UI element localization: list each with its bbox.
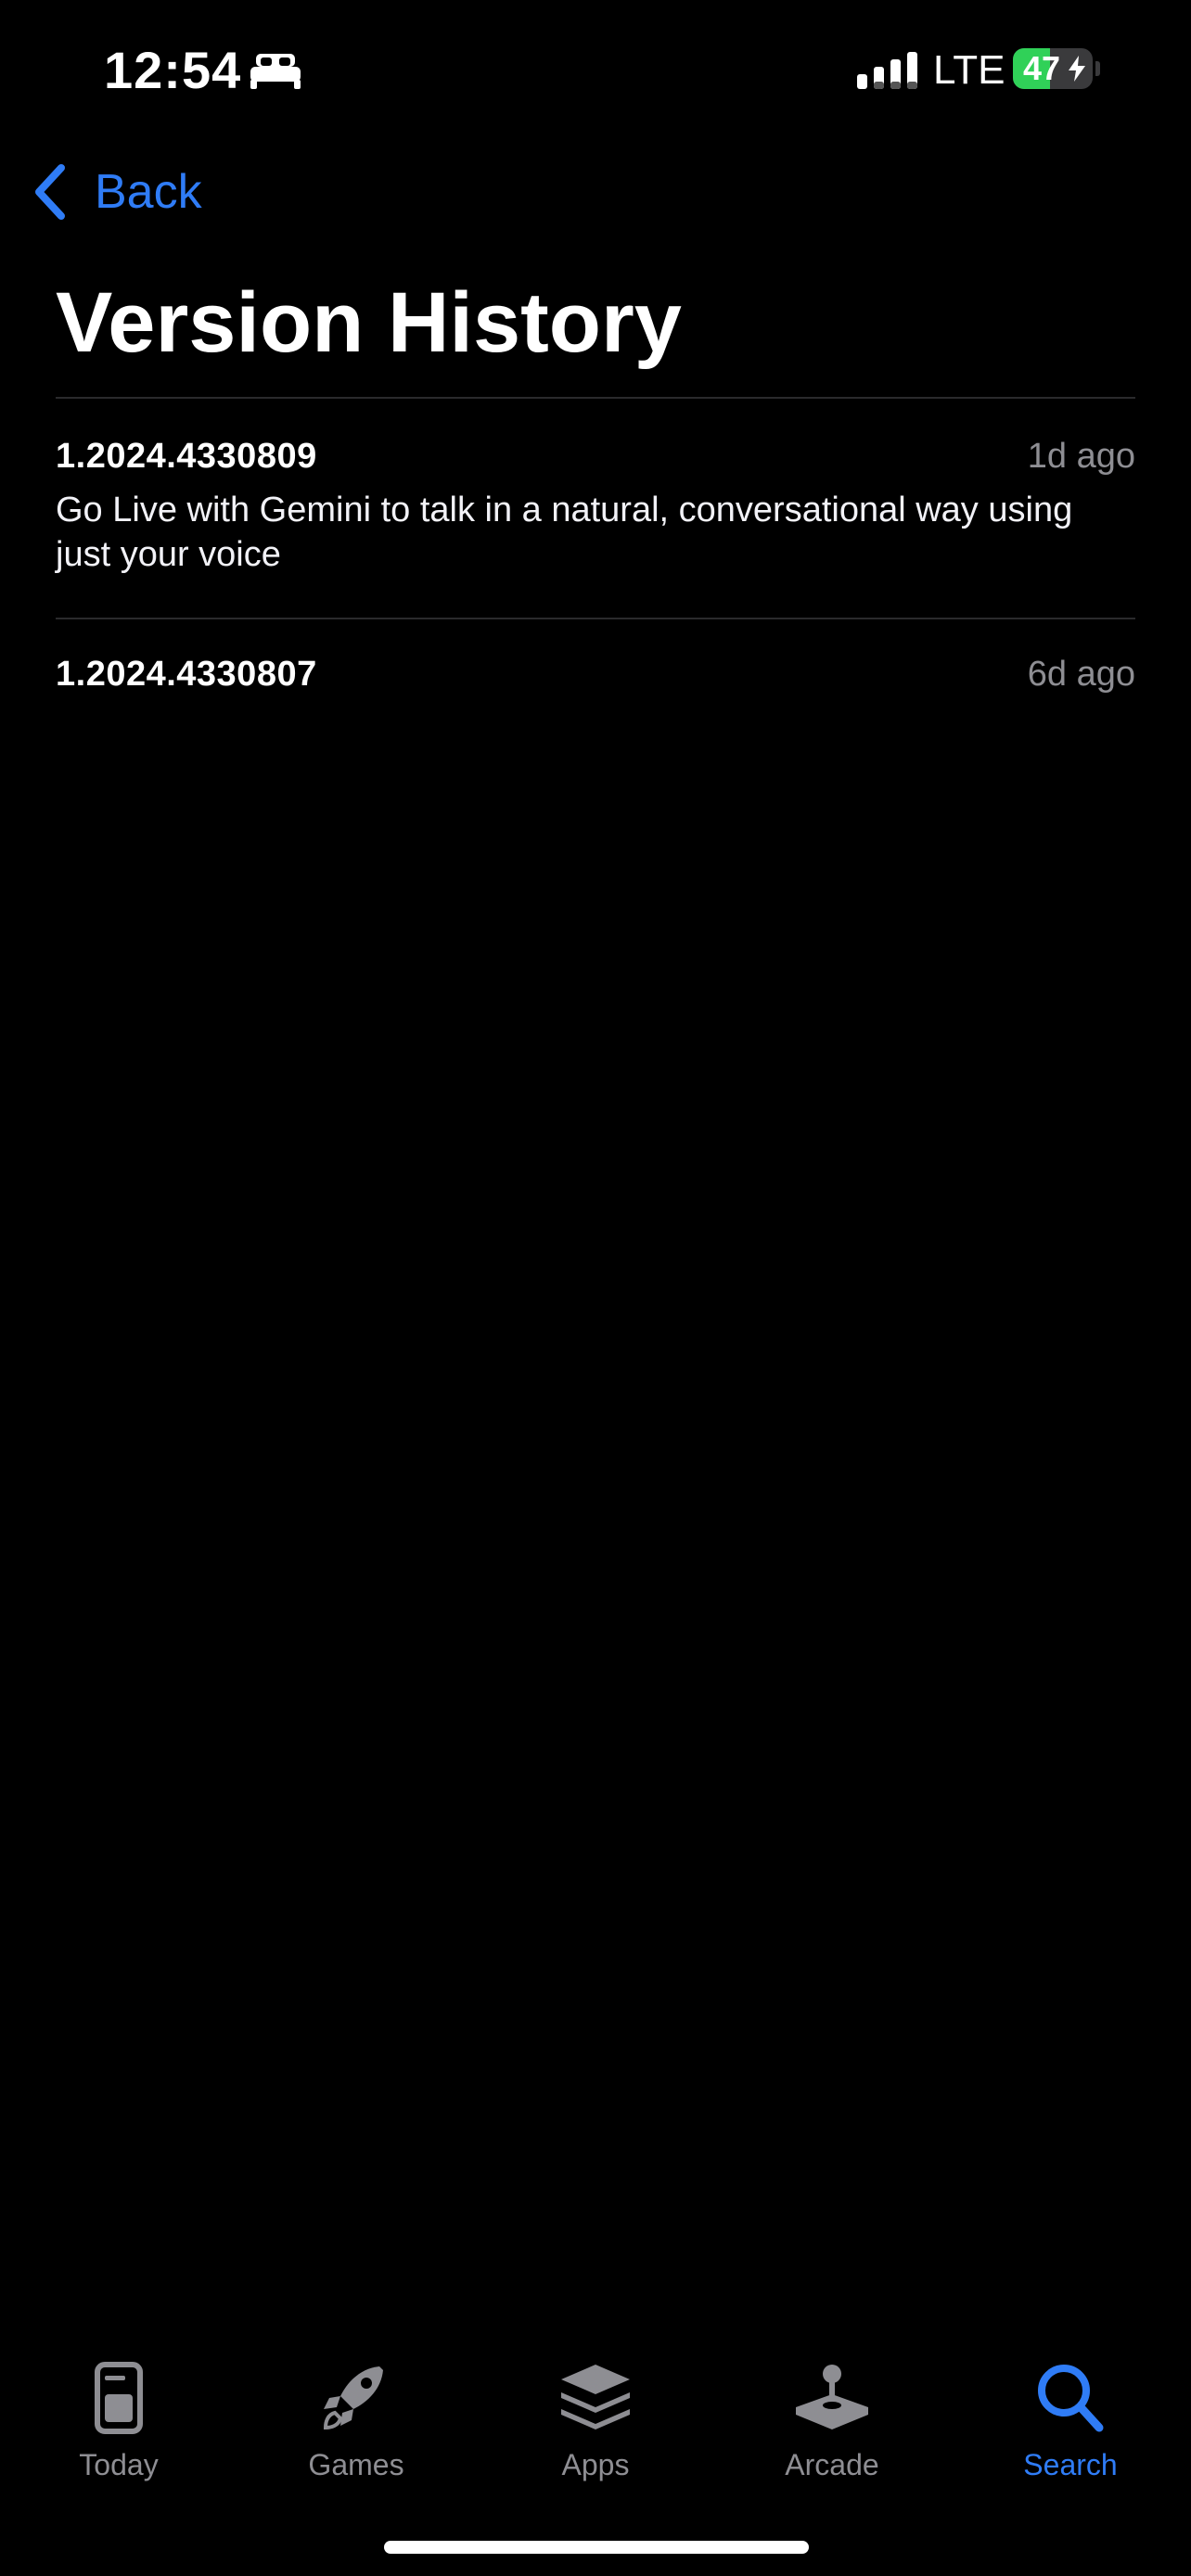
joystick-icon	[796, 2365, 868, 2429]
version-number: 1.2024.4330807	[56, 655, 317, 694]
signal-icon	[857, 52, 917, 89]
charging-bolt-icon	[1069, 56, 1085, 82]
tab-arcade[interactable]: Arcade	[739, 2346, 925, 2485]
tab-label: Arcade	[785, 2448, 879, 2481]
divider	[56, 618, 1135, 619]
tab-label: Games	[308, 2448, 404, 2481]
divider	[56, 397, 1135, 399]
rocket-icon	[323, 2366, 383, 2430]
battery-level: 47	[1022, 49, 1061, 87]
tab-label: Today	[79, 2448, 159, 2481]
version-date: 1d ago	[1027, 437, 1135, 476]
page-title: Version History	[56, 275, 682, 370]
battery-icon: 47	[1013, 48, 1093, 89]
status-time: 12:54	[104, 41, 242, 99]
tab-search[interactable]: Search	[978, 2346, 1163, 2485]
chevron-left-icon	[35, 164, 65, 220]
back-label: Back	[95, 165, 202, 219]
today-icon	[95, 2362, 143, 2434]
version-date: 6d ago	[1027, 655, 1135, 694]
bed-icon	[250, 54, 301, 89]
status-bar: 12:54 LTE 47	[0, 0, 1191, 139]
layers-icon	[561, 2365, 630, 2429]
version-number: 1.2024.4330809	[56, 437, 317, 476]
back-button[interactable]: Back	[32, 158, 202, 226]
tab-label: Apps	[561, 2448, 630, 2481]
tab-label: Search	[1023, 2448, 1118, 2481]
network-label: LTE	[933, 47, 1005, 93]
tab-today[interactable]: Today	[26, 2346, 211, 2485]
tab-apps[interactable]: Apps	[503, 2346, 688, 2485]
tab-bar: Today Games Apps Arcade Search	[0, 2346, 1191, 2485]
battery-nub	[1095, 61, 1100, 76]
tab-games[interactable]: Games	[263, 2346, 449, 2485]
version-notes: Go Live with Gemini to talk in a natural…	[56, 491, 1073, 574]
home-indicator[interactable]	[384, 2541, 809, 2554]
search-icon	[1038, 2365, 1104, 2432]
